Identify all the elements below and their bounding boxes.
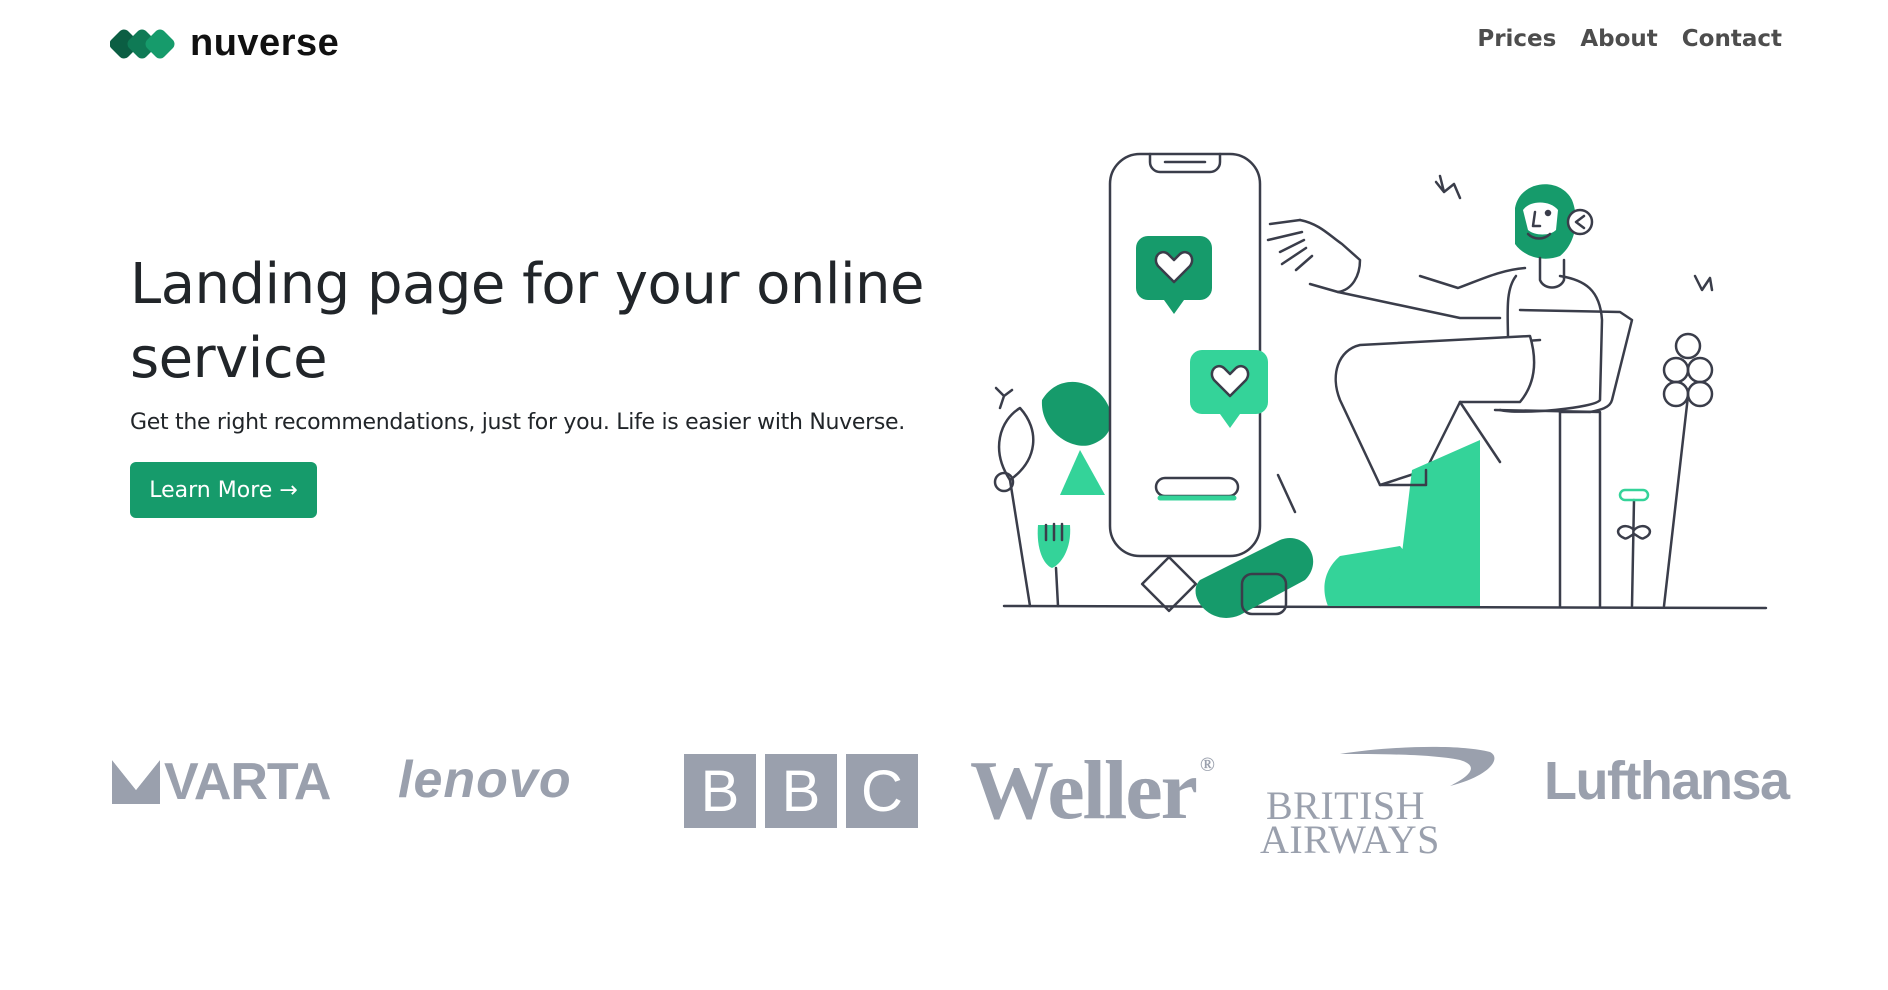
logo-text: nuverse [190,22,340,64]
nav-link-prices[interactable]: Prices [1477,26,1556,52]
brand-logo-varta: VARTA [112,752,331,812]
hero-title: Landing page for your online service [130,252,924,391]
logo[interactable]: nuverse [110,22,339,65]
main-nav: Prices About Contact [1477,26,1782,52]
brand-text-ba-2: AIRWAYS [1260,817,1440,862]
nav-link-contact[interactable]: Contact [1682,26,1782,52]
varta-emblem-icon [112,760,160,804]
site-header: nuverse Prices About Contact [0,0,1888,86]
brand-text-weller: Weller [970,744,1198,837]
bbc-block-2: B [765,754,837,828]
brand-logo-lufthansa: Lufthansa [1544,751,1790,811]
brand-logo-lenovo: lenovo [398,751,572,809]
registered-mark: ® [1199,754,1215,776]
brand-logos-strip: VARTA lenovo B B C Weller ® BRITISH AIRW… [0,740,1888,870]
brand-logo-british-airways: BRITISH AIRWAYS [1260,742,1510,862]
brand-logo-weller: Weller ® [970,742,1215,839]
bbc-block-3: C [846,754,918,828]
brand-logo-bbc: B B C [684,754,918,828]
hero-subtitle: Get the right recommendations, just for … [130,410,905,435]
brand-text-varta: VARTA [164,753,331,811]
bbc-block-1: B [684,754,756,828]
hero-section: Landing page for your online service Get… [130,248,950,438]
learn-more-button[interactable]: Learn More → [130,462,317,518]
nav-link-about[interactable]: About [1580,26,1657,52]
hero-illustration [993,152,1768,618]
logo-mark-icon [110,29,175,58]
